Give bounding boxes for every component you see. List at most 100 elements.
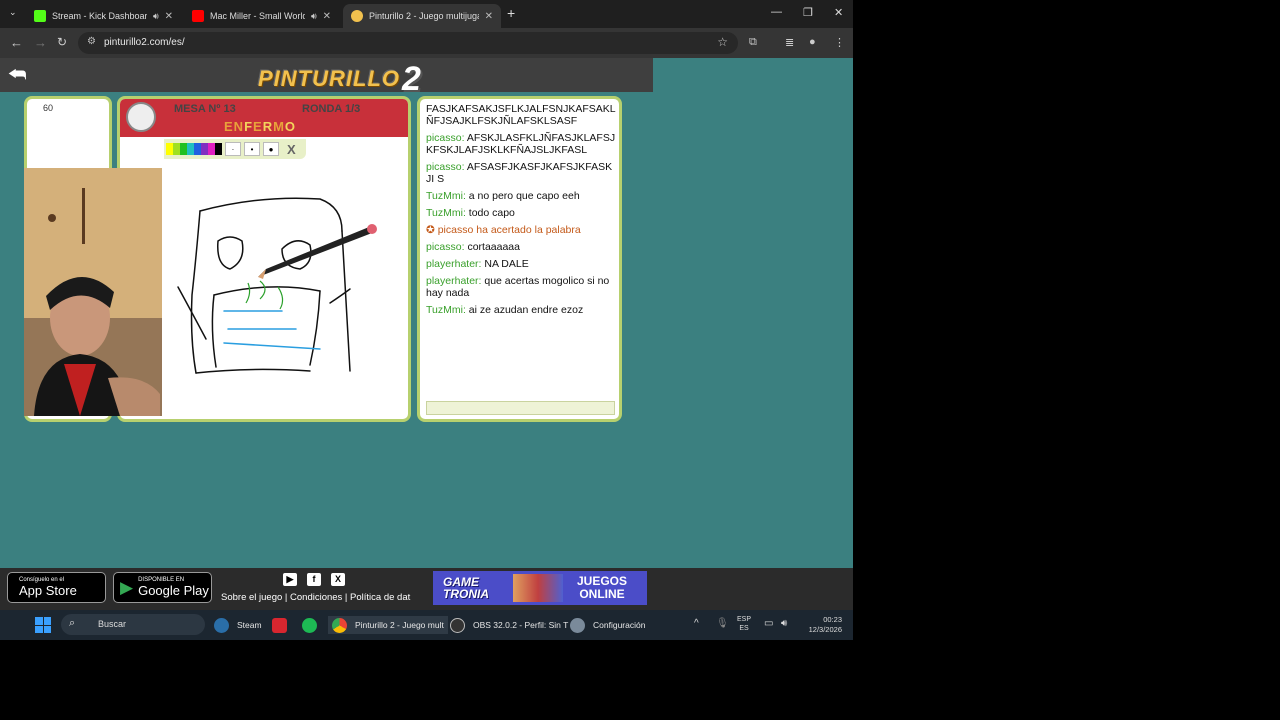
chat-message: picasso: AFSKJLASFKLJÑFASJKLAFSJKFSKJLAF… — [426, 132, 616, 156]
clock-time: 00:23 — [823, 615, 842, 624]
back-arrow-icon[interactable]: ⮪ — [8, 64, 27, 87]
close-icon[interactable]: ✕ — [323, 11, 331, 22]
forward-icon[interactable]: → — [34, 35, 47, 50]
chat-text: todo capo — [465, 207, 515, 219]
pinturillo-icon — [351, 10, 363, 22]
task-label: Steam — [237, 620, 262, 630]
gametronia-banner[interactable]: GAME TRONIA JUEGOS ONLINE — [433, 571, 647, 605]
chat-nick: TuzMmi: — [426, 207, 466, 219]
browser-toolbar: ← → ↻ ⚙ pinturillo2.com/es/ ☆ ⧉ ≣ ● ⋮ — [0, 28, 853, 58]
microphone-icon[interactable]: 🎙︎ — [716, 618, 729, 629]
page-content: ⮪ PINTURILLO2 60 MESA Nº 13 RONDA 1/3 EN… — [0, 58, 853, 610]
game-header: ⮪ PINTURILLO2 — [0, 58, 653, 98]
chat-system-message: ✪ picasso ha acertado la palabra — [426, 224, 616, 236]
speaker-icon[interactable]: 🔊︎ — [311, 11, 317, 22]
chat-nick: playerhater: — [426, 258, 482, 270]
task-label: Pinturillo 2 - Juego mult — [355, 620, 444, 630]
chat-message: picasso: AFSASFJKASFJKAFSJKFASKJI S — [426, 161, 616, 185]
logo-text: PINTURILLO — [258, 66, 400, 91]
steam-icon — [214, 617, 229, 633]
minimize-icon[interactable]: — — [771, 6, 782, 18]
banner-gametronia-text: GAME TRONIA — [443, 575, 489, 601]
language-indicator[interactable]: ESP ES — [737, 615, 751, 633]
profile-icon[interactable]: ● — [809, 36, 816, 48]
chevron-up-icon[interactable]: ^ — [694, 618, 699, 629]
address-bar[interactable]: ⚙ pinturillo2.com/es/ ☆ — [78, 32, 738, 54]
chat-message: TuzMmi: ai ze azudan endre ezoz — [426, 304, 616, 316]
gear-icon — [570, 617, 585, 633]
restore-icon[interactable]: ❐ — [803, 6, 813, 19]
drawing-canvas[interactable] — [120, 99, 411, 422]
new-tab-button[interactable]: + — [507, 5, 515, 21]
chat-nick: playerhater: — [426, 275, 482, 287]
tab-pinturillo[interactable]: Pinturillo 2 - Juego multijugador ✕ — [343, 4, 501, 28]
player-score: 60 — [43, 103, 54, 113]
screen: ⌄ Stream - Kick Dashboard 🔊︎ ✕ Mac Mille… — [0, 0, 853, 640]
chat-nick: picasso: — [426, 132, 465, 144]
menu-icon[interactable]: ⋮ — [834, 36, 845, 49]
reload-icon[interactable]: ↻ — [57, 35, 67, 49]
network-icon[interactable]: ▭ — [764, 618, 773, 629]
chat-nick: TuzMmi: — [426, 190, 466, 202]
footer-links[interactable]: Sobre el juego | Condiciones | Política … — [221, 592, 411, 603]
task-label: Configuración — [593, 620, 646, 630]
obs-icon — [450, 617, 465, 633]
google-play-icon: ▶ — [120, 577, 134, 597]
game-logo[interactable]: PINTURILLO2 — [258, 60, 422, 99]
task-label: OBS 32.0.2 - Perfil: Sin T — [473, 620, 569, 630]
chat-text: ✪ picasso ha acertado la palabra — [426, 224, 581, 236]
tab-search-icon[interactable]: ⌄ — [9, 7, 17, 18]
youtube-icon — [192, 10, 204, 22]
app-store-button[interactable]: Consíguelo en el App Store — [7, 572, 106, 603]
pencil-cursor-icon — [258, 224, 377, 279]
lightning-app-icon — [272, 617, 287, 633]
system-clock[interactable]: 00:23 12/3/2026 — [802, 615, 842, 635]
speaker-icon[interactable]: 🔊︎ — [153, 11, 159, 22]
taskbar-app-red[interactable] — [272, 616, 295, 634]
taskbar-obs[interactable]: OBS 32.0.2 - Perfil: Sin T — [450, 616, 568, 634]
chat-log: FASJKAFSAKJSFLKJALFSNJKAFSAKLÑFJSAJKLFSK… — [426, 103, 616, 321]
taskbar-search[interactable]: ⌕ Buscar — [61, 614, 205, 635]
tab-title: Stream - Kick Dashboard — [52, 11, 147, 21]
facebook-icon[interactable]: f — [307, 573, 321, 586]
chat-message: playerhater: que acertas mogolico si no … — [426, 275, 616, 299]
windows-start-icon[interactable] — [35, 617, 51, 633]
taskbar-steam[interactable]: Steam — [214, 616, 262, 634]
search-icon: ⌕ — [69, 617, 76, 629]
chat-message: FASJKAFSAKJSFLKJALFSNJKAFSAKLÑFJSAJKLFSK… — [426, 103, 616, 127]
volume-icon[interactable]: 🔊︎ — [781, 618, 787, 629]
site-info-icon[interactable]: ⚙ — [87, 36, 96, 47]
youtube-icon[interactable]: ▶ — [283, 573, 297, 586]
tab-title: Pinturillo 2 - Juego multijugador — [369, 11, 479, 21]
chrome-icon — [332, 617, 347, 633]
chat-message: picasso: cortaaaaaa — [426, 241, 616, 253]
x-twitter-icon[interactable]: X — [331, 573, 345, 586]
back-icon[interactable]: ← — [10, 35, 23, 50]
chat-nick: picasso: — [426, 241, 465, 253]
google-play-big: Google Play — [138, 583, 209, 598]
tab-kick-dashboard[interactable]: Stream - Kick Dashboard 🔊︎ ✕ — [26, 4, 181, 28]
chat-message: TuzMmi: a no pero que capo eeh — [426, 190, 616, 202]
chat-message: playerhater: NA DALE — [426, 258, 616, 270]
chat-input[interactable] — [426, 401, 615, 415]
banner-characters — [513, 574, 563, 602]
tab-youtube[interactable]: Mac Miller - Small Worlds 🔊︎ ✕ — [184, 4, 339, 28]
chat-panel: FASJKAFSAKJSFLKJALFSNJKAFSAKLÑFJSAJKLFSK… — [417, 96, 622, 422]
close-icon[interactable]: ✕ — [485, 11, 493, 22]
social-links: ▶ f X — [283, 573, 345, 586]
close-window-icon[interactable]: ✕ — [834, 6, 843, 19]
media-control-icon[interactable]: ≣ — [785, 36, 794, 49]
url-text: pinturillo2.com/es/ — [104, 37, 185, 48]
taskbar-spotify[interactable] — [302, 616, 325, 634]
bookmark-star-icon[interactable]: ☆ — [717, 35, 728, 49]
extensions-icon[interactable]: ⧉ — [749, 36, 757, 49]
close-icon[interactable]: ✕ — [165, 11, 173, 22]
taskbar-settings[interactable]: Configuración — [570, 616, 645, 634]
lang-top: ESP — [737, 616, 752, 623]
chat-message: TuzMmi: todo capo — [426, 207, 616, 219]
logo-number: 2 — [402, 60, 422, 98]
webcam-overlay — [24, 168, 162, 416]
taskbar-chrome[interactable]: Pinturillo 2 - Juego mult — [328, 616, 448, 634]
chat-text: a no pero que capo eeh — [465, 190, 580, 202]
google-play-button[interactable]: ▶ DISPONIBLE EN Google Play — [113, 572, 212, 603]
